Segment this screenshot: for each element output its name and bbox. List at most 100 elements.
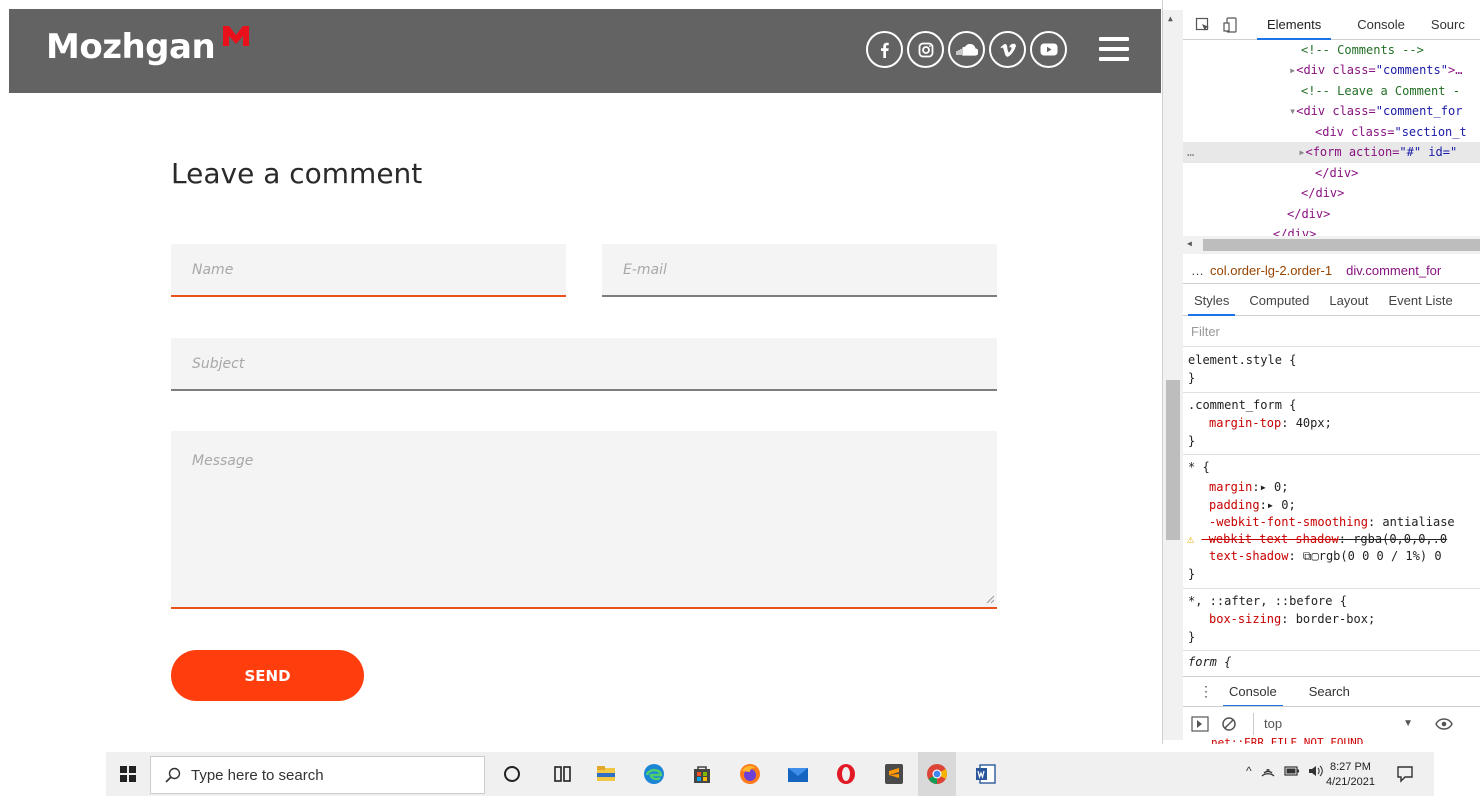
sidebar-toggle-icon[interactable] xyxy=(1191,715,1209,732)
console-context-select[interactable]: top ▼ xyxy=(1253,712,1413,735)
css-rule-end: } xyxy=(1188,567,1196,581)
task-view-icon[interactable] xyxy=(550,762,574,786)
instagram-icon[interactable] xyxy=(907,31,944,68)
css-declaration[interactable]: text-shadow: ⧉▢rgb(0 0 0 / 1%) 0 xyxy=(1209,548,1442,566)
dom-node-comment[interactable]: <!-- Leave a Comment - xyxy=(1301,81,1460,102)
drawer-tab-console[interactable]: Console xyxy=(1223,677,1283,707)
vimeo-icon[interactable] xyxy=(989,31,1026,68)
dom-node-close-div[interactable]: </div> xyxy=(1273,224,1316,236)
dom-horizontal-scrollbar[interactable]: ◀ xyxy=(1183,236,1480,254)
dom-node-form-selected[interactable]: … ▸<form action="#" id=" xyxy=(1183,142,1480,163)
notification-center-icon[interactable] xyxy=(1396,765,1414,783)
dom-attr-value: "comment_for xyxy=(1375,104,1463,118)
dom-tag-end: >… xyxy=(1447,63,1463,77)
css-declaration[interactable]: padding:▸ 0; xyxy=(1209,497,1296,515)
scrollbar-thumb[interactable] xyxy=(1203,239,1480,251)
dom-attr-value: "#" id=" xyxy=(1399,145,1458,159)
website-viewport: Mozhgan Leave a comment Name E-mail Subj… xyxy=(0,0,1162,748)
tab-layout[interactable]: Layout xyxy=(1329,286,1368,316)
dom-tag: <form action= xyxy=(1305,145,1400,159)
css-property: padding xyxy=(1209,498,1260,512)
css-declaration[interactable]: margin:▸ 0; xyxy=(1209,479,1288,497)
resize-handle-icon[interactable] xyxy=(985,594,995,604)
tab-elements[interactable]: Elements xyxy=(1256,10,1332,40)
css-rule-selector[interactable]: .comment_form { xyxy=(1188,397,1296,415)
divider xyxy=(1183,588,1480,589)
dom-node-comments-div[interactable]: ▸<div class="comments">… xyxy=(1289,60,1462,81)
more-options-icon[interactable]: ⋮ xyxy=(1199,683,1213,700)
message-textarea[interactable]: Message xyxy=(171,431,997,609)
scrollbar-thumb[interactable] xyxy=(1166,380,1180,540)
soundcloud-icon[interactable] xyxy=(948,31,985,68)
css-rule-selector[interactable]: element.style { xyxy=(1188,352,1296,370)
subject-placeholder: Subject xyxy=(192,356,245,372)
dom-node-section-title-div[interactable]: <div class="section_t xyxy=(1315,122,1467,143)
eye-icon[interactable] xyxy=(1435,717,1453,730)
styles-filter-input[interactable]: Filter xyxy=(1191,324,1220,339)
scroll-left-arrow-icon[interactable]: ◀ xyxy=(1187,239,1192,248)
breadcrumb-item[interactable]: div.comment_for xyxy=(1346,263,1441,278)
youtube-icon[interactable] xyxy=(1030,31,1067,68)
tab-console[interactable]: Console xyxy=(1357,17,1405,32)
battery-icon[interactable] xyxy=(1284,765,1300,777)
dom-node-comment[interactable]: <!-- Comments --> xyxy=(1301,40,1424,61)
chrome-icon[interactable] xyxy=(925,762,949,786)
css-property: text-shadow xyxy=(1209,549,1289,563)
facebook-icon[interactable] xyxy=(866,31,903,68)
brand-logo-text[interactable]: Mozhgan xyxy=(46,27,216,67)
page-vertical-scrollbar[interactable]: ▲ xyxy=(1163,10,1183,740)
css-property: margin-top xyxy=(1209,416,1282,430)
css-rule-selector[interactable]: * { xyxy=(1188,459,1210,477)
drawer-tab-search[interactable]: Search xyxy=(1309,684,1350,699)
dom-node-close-div[interactable]: </div> xyxy=(1315,163,1358,184)
edge-browser-icon[interactable] xyxy=(642,762,666,786)
windows-start-icon[interactable] xyxy=(120,766,136,782)
context-value: top xyxy=(1264,715,1283,731)
css-declaration-invalid[interactable]: ⚠ -webkit-text-shadow: rgba(0,0,0,.0 xyxy=(1187,531,1447,549)
css-declaration[interactable]: margin-top: 40px; xyxy=(1209,415,1332,433)
mail-icon[interactable] xyxy=(786,762,810,786)
css-declaration[interactable]: -webkit-font-smoothing: antialiase xyxy=(1209,514,1455,532)
css-rule-selector[interactable]: *, ::after, ::before { xyxy=(1188,593,1347,611)
file-explorer-icon[interactable] xyxy=(594,762,618,786)
word-icon[interactable] xyxy=(974,762,998,786)
breadcrumb-more[interactable]: … xyxy=(1191,263,1204,278)
dom-node-close-div[interactable]: </div> xyxy=(1287,204,1330,225)
dom-node-comment-form-div[interactable]: ▾<div class="comment_for xyxy=(1289,101,1462,122)
tab-sources[interactable]: Sourc xyxy=(1431,17,1465,32)
chevron-down-icon: ▼ xyxy=(1403,717,1413,729)
css-rule-selector[interactable]: form { xyxy=(1188,654,1231,670)
menu-hamburger-icon[interactable] xyxy=(1099,37,1129,61)
email-input[interactable]: E-mail xyxy=(602,244,997,297)
css-property: -webkit-font-smoothing xyxy=(1209,515,1368,529)
system-clock[interactable]: 8:27 PM 4/21/2021 xyxy=(1326,760,1375,790)
volume-icon[interactable] xyxy=(1308,764,1324,778)
chevron-up-icon[interactable]: ^ xyxy=(1246,764,1252,778)
breadcrumb-item[interactable]: col.order-lg-2.order-1 xyxy=(1210,263,1332,278)
opera-icon[interactable] xyxy=(834,762,858,786)
email-placeholder: E-mail xyxy=(623,262,667,278)
css-declaration[interactable]: box-sizing: border-box; xyxy=(1209,611,1375,629)
subject-input[interactable]: Subject xyxy=(171,338,997,391)
name-input[interactable]: Name xyxy=(171,244,566,297)
scroll-up-arrow-icon[interactable]: ▲ xyxy=(1168,14,1173,23)
device-toolbar-icon[interactable] xyxy=(1223,16,1239,33)
clear-console-icon[interactable] xyxy=(1221,716,1237,732)
send-button[interactable]: SEND xyxy=(171,650,364,701)
tab-styles[interactable]: Styles xyxy=(1187,286,1236,316)
firefox-icon[interactable] xyxy=(738,762,762,786)
cortana-icon[interactable] xyxy=(500,762,524,786)
dom-tag: <div class= xyxy=(1315,125,1395,139)
tab-computed[interactable]: Computed xyxy=(1249,286,1309,316)
sublime-text-icon[interactable] xyxy=(882,762,906,786)
dom-node-close-div[interactable]: </div> xyxy=(1301,183,1344,204)
console-toolbar: top ▼ xyxy=(1183,706,1480,740)
tab-event-listeners[interactable]: Event Liste xyxy=(1388,286,1452,316)
inspect-element-icon[interactable] xyxy=(1195,17,1211,33)
network-icon[interactable] xyxy=(1260,764,1276,778)
dom-tag: <div class= xyxy=(1296,104,1376,118)
css-property: -webkit-text-shadow xyxy=(1201,532,1339,546)
store-icon[interactable] xyxy=(690,762,714,786)
taskbar-search-box[interactable]: Type here to search xyxy=(150,756,485,794)
message-placeholder: Message xyxy=(192,453,254,469)
